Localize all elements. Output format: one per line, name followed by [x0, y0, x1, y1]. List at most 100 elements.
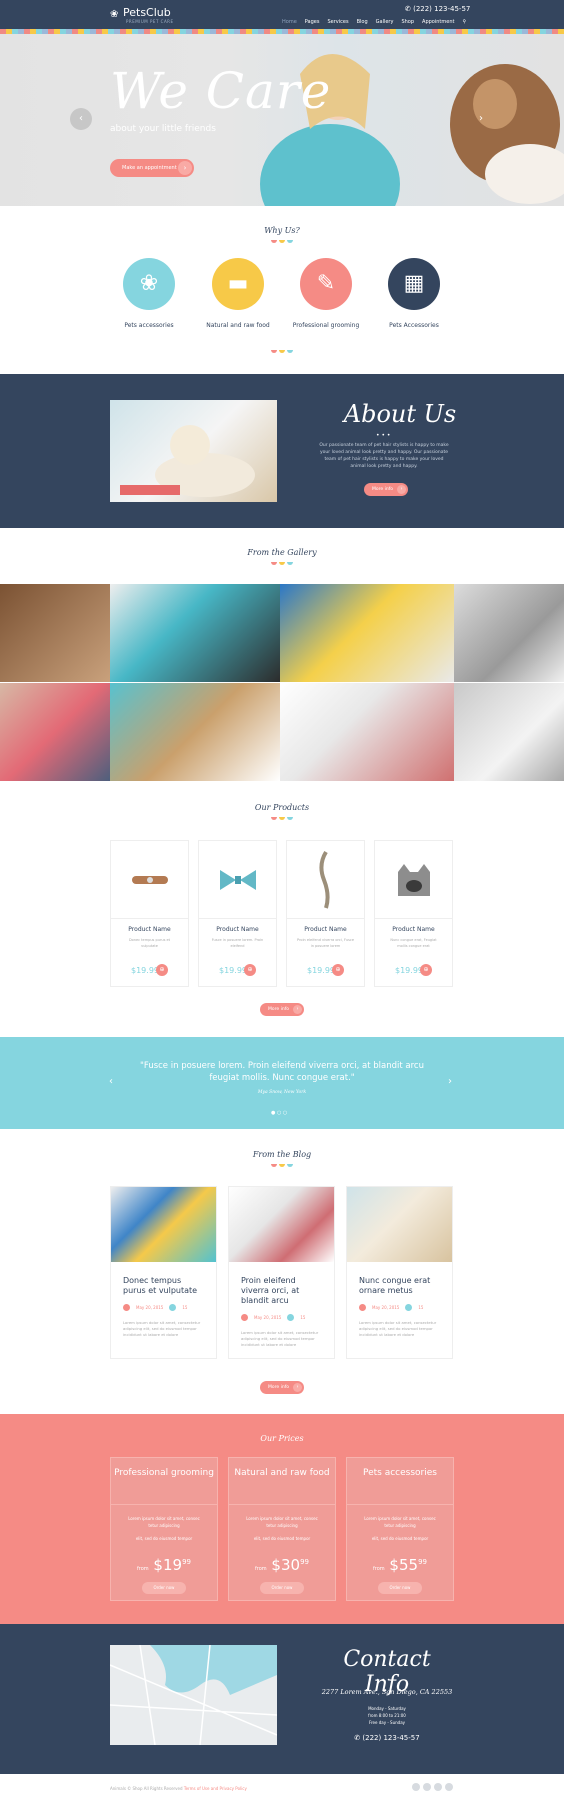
product-name: Product Name — [128, 926, 171, 933]
why-item-food[interactable]: ▬ Natural and raw food — [198, 258, 278, 330]
phone-icon: ✆ — [405, 5, 414, 13]
hero-subtitle: about your little friends — [110, 124, 216, 134]
header-phone[interactable]: ✆ (222) 123-45-57 — [405, 5, 470, 13]
blog-image — [111, 1187, 216, 1262]
price-plan-name: Professional grooming — [114, 1468, 214, 1478]
twitter-icon[interactable] — [423, 1783, 431, 1791]
product-desc: Donec tempus purus et vulputate — [128, 938, 171, 948]
site-footer — [0, 1774, 564, 1806]
nav-blog[interactable]: Blog — [357, 19, 368, 25]
order-now-button[interactable]: Order now — [260, 1582, 304, 1594]
nav-home[interactable]: Home — [282, 19, 297, 25]
why-title: Why Us? — [264, 226, 300, 235]
price-cents: 99 — [418, 1558, 427, 1566]
price-card: Natural and raw food Lorem ipsum dolor s… — [228, 1457, 336, 1601]
blog-post-title[interactable]: Donec tempus purus et vulputate — [123, 1276, 204, 1296]
gallery-image[interactable] — [454, 683, 564, 781]
price-from: from — [137, 1566, 149, 1572]
brush-icon: ✎ — [300, 258, 352, 310]
price-from: from — [373, 1566, 385, 1572]
rss-icon[interactable] — [445, 1783, 453, 1791]
testimonial-dots[interactable]: ● ○ ○ — [271, 1110, 287, 1116]
about-more-label: More info — [372, 487, 394, 492]
product-desc: Proin eleifend viverra orci, Fusce in po… — [297, 938, 354, 948]
blog-card[interactable]: Proin eleifend viverra orci, at blandit … — [228, 1186, 335, 1359]
about-text: Our passionate team of pet hair stylists… — [319, 443, 449, 469]
blog-meta: May 20, 2015 15 — [123, 1304, 204, 1311]
nav-shop[interactable]: Shop — [401, 19, 414, 25]
divider-dots — [271, 562, 293, 565]
footer-links[interactable]: Terms of Use and Privacy Policy — [184, 1786, 247, 1791]
order-now-button[interactable]: Order now — [142, 1582, 186, 1594]
blog-date: May 20, 2015 — [372, 1305, 400, 1310]
map-illustration — [110, 1645, 277, 1745]
why-item-grooming[interactable]: ✎ Professional grooming — [286, 258, 366, 330]
product-card[interactable]: Product Name Donec tempus purus et vulpu… — [110, 840, 189, 987]
contact-address: 2277 Lorem Ave., San Diego, CA 22553 — [321, 1688, 453, 1696]
blog-card[interactable]: Nunc congue erat ornare metus May 20, 20… — [346, 1186, 453, 1359]
blog-card[interactable]: Donec tempus purus et vulputate May 20, … — [110, 1186, 217, 1359]
testimonial-prev-button[interactable]: ‹ — [109, 1076, 113, 1087]
cart-icon[interactable]: ⊕ — [244, 964, 256, 976]
product-card[interactable]: Product Name Fusce in posuere lorem. Pro… — [198, 840, 277, 987]
price-amount: $19 — [153, 1556, 183, 1574]
nav-appointment[interactable]: Appointment — [422, 19, 454, 25]
calendar-icon — [241, 1314, 248, 1321]
gallery-image[interactable] — [454, 584, 564, 682]
search-icon[interactable]: ⚲ — [462, 19, 466, 25]
blog-post-title[interactable]: Nunc congue erat ornare metus — [359, 1276, 440, 1296]
contact-phone-number: (222) 123-45-57 — [362, 1734, 420, 1742]
cart-icon[interactable]: ⊕ — [332, 964, 344, 976]
about-more-button[interactable]: More info › — [364, 483, 408, 496]
footer-copyright: Animals © Shop All Rights Reserved Terms… — [110, 1786, 247, 1791]
google-plus-icon[interactable] — [434, 1783, 442, 1791]
gallery-image[interactable] — [280, 683, 454, 781]
gallery-image[interactable] — [110, 584, 280, 682]
why-item-label: Pets Accessories — [389, 322, 439, 329]
blog-comments: 15 — [418, 1305, 424, 1310]
facebook-icon[interactable] — [412, 1783, 420, 1791]
appointment-button[interactable]: Make an appointment › — [110, 159, 194, 177]
blog-date: May 20, 2015 — [254, 1315, 282, 1320]
blog-more-label: More info — [268, 1385, 290, 1390]
site-logo[interactable]: ❀ PetsClub PREMIUM PET CARE — [110, 6, 174, 24]
cart-icon[interactable]: ⊕ — [156, 964, 168, 976]
price-cents: 99 — [182, 1558, 191, 1566]
hero-title: We Care — [110, 62, 332, 120]
gallery-image[interactable] — [280, 584, 454, 682]
price-value: from $5599 — [347, 1556, 453, 1574]
collar-icon — [111, 841, 188, 919]
why-item-label: Professional grooming — [292, 322, 360, 329]
testimonial-next-button[interactable]: › — [448, 1076, 452, 1087]
price-divider — [111, 1504, 217, 1505]
gallery-image[interactable] — [110, 683, 280, 781]
cart-icon[interactable]: ⊕ — [420, 964, 432, 976]
product-price: $19.99 — [395, 966, 423, 975]
arrow-right-icon: › — [293, 1005, 302, 1014]
blog-more-button[interactable]: More info › — [260, 1381, 304, 1394]
nav-pages[interactable]: Pages — [305, 19, 320, 25]
blog-post-title[interactable]: Proin eleifend viverra orci, at blandit … — [241, 1276, 322, 1306]
products-more-button[interactable]: More info › — [260, 1003, 304, 1016]
contact-section — [0, 1624, 564, 1774]
hours-line: from 8:00 to 21:00 — [368, 1713, 406, 1718]
product-card[interactable]: Product Name Proin eleifend viverra orci… — [286, 840, 365, 987]
why-item-accessories[interactable]: ❀ Pets accessories — [109, 258, 189, 330]
location-map[interactable] — [110, 1645, 277, 1745]
why-item-carrier[interactable]: ▦ Pets Accessories — [374, 258, 454, 330]
gallery-image[interactable] — [0, 683, 110, 781]
bowtie-icon — [199, 841, 276, 919]
contact-phone[interactable]: ✆ (222) 123-45-57 — [320, 1734, 454, 1742]
price-cents: 99 — [300, 1558, 309, 1566]
arrow-right-icon: › — [293, 1383, 302, 1392]
product-card[interactable]: Product Name Nunc congue erat, Feugiat m… — [374, 840, 453, 987]
product-desc: Nunc congue erat, Feugiat mollis congue … — [390, 938, 437, 948]
hero-next-button[interactable]: › — [470, 108, 492, 130]
nav-gallery[interactable]: Gallery — [376, 19, 394, 25]
comment-icon — [287, 1314, 295, 1321]
gallery-image[interactable] — [0, 584, 110, 682]
nav-services[interactable]: Services — [327, 19, 348, 25]
product-price: $19.99 — [131, 966, 159, 975]
order-now-button[interactable]: Order now — [378, 1582, 422, 1594]
hero-prev-button[interactable]: ‹ — [70, 108, 92, 130]
